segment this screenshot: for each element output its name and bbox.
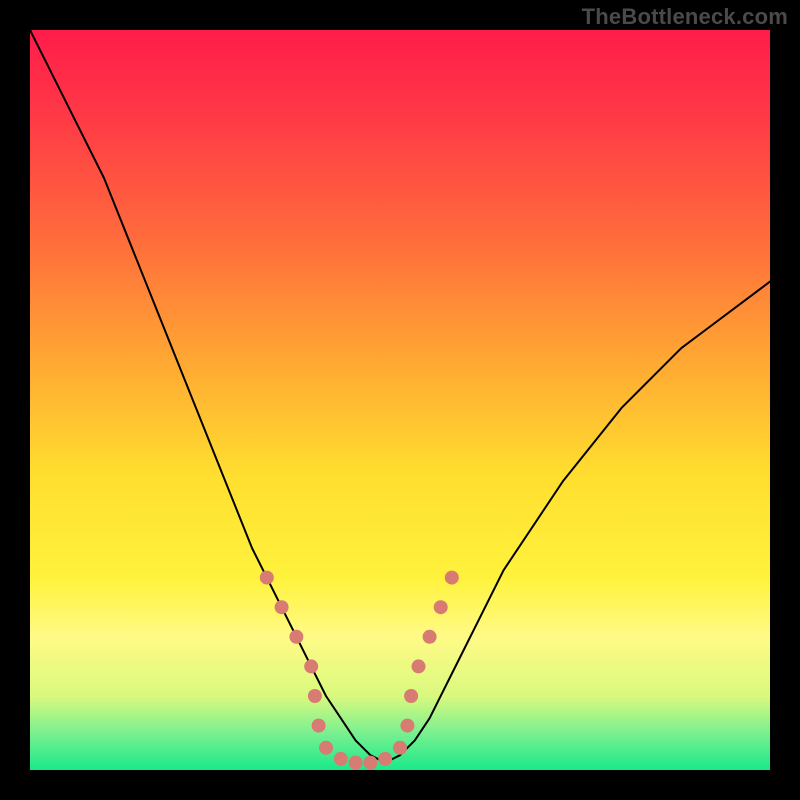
highlight-marker [308,689,322,703]
highlight-marker [349,756,363,770]
chart-stage: TheBottleneck.com [0,0,800,800]
gradient-background [30,30,770,770]
bottleneck-chart [0,0,800,800]
highlight-marker [289,630,303,644]
highlight-marker [404,689,418,703]
highlight-marker [445,571,459,585]
highlight-marker [363,756,377,770]
highlight-marker [423,630,437,644]
highlight-marker [434,600,448,614]
highlight-marker [412,659,426,673]
highlight-marker [334,752,348,766]
highlight-marker [319,741,333,755]
highlight-marker [393,741,407,755]
highlight-marker [312,719,326,733]
highlight-marker [275,600,289,614]
highlight-marker [260,571,274,585]
highlight-marker [378,752,392,766]
highlight-marker [304,659,318,673]
highlight-marker [400,719,414,733]
watermark-label: TheBottleneck.com [582,4,788,30]
